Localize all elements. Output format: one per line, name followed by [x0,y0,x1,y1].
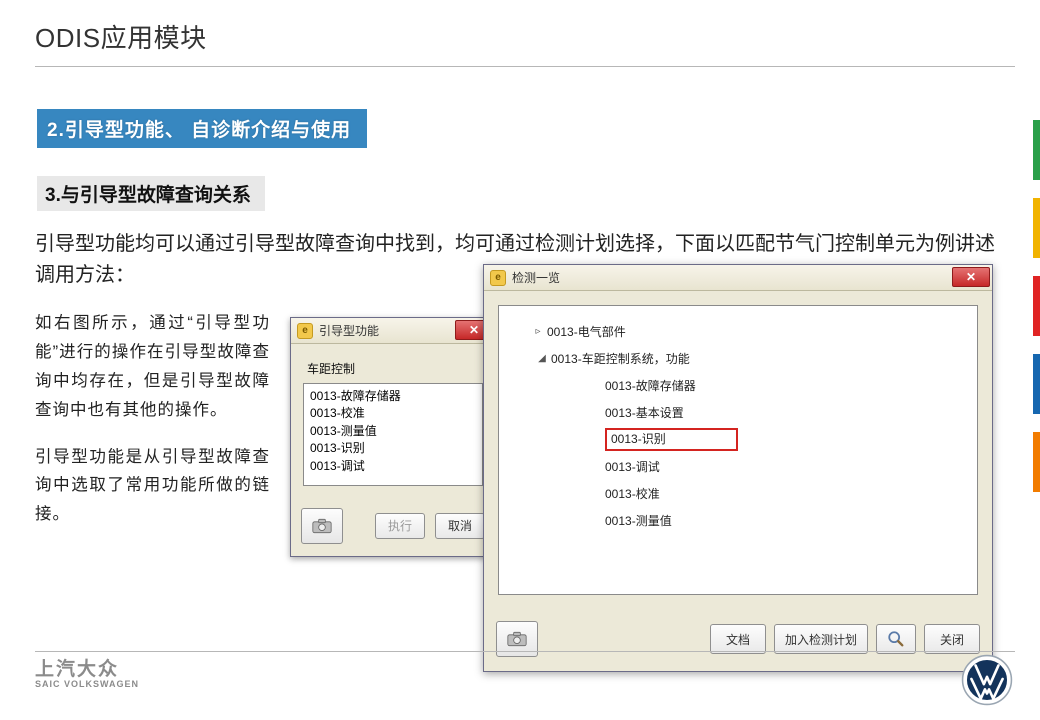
test-plan-tree[interactable]: ▹ 0013-电气部件 ◢ 0013-车距控制系统，功能 0013-故障存储器 0013-… [498,305,978,595]
function-listbox[interactable]: 0013-故障存储器 0013-校准 0013-测量值 0013-识别 0013… [303,383,483,486]
brand-name-cn: 上汽大众 [35,660,1005,679]
expander-icon[interactable]: ◢ [537,353,547,364]
expander-icon[interactable]: ▹ [533,326,543,337]
search-button[interactable] [876,624,916,654]
divider-top [35,66,1015,67]
tree-label: 0013-基本设置 [605,404,684,421]
group-label: 车距控制 [307,360,483,377]
page-title: ODIS应用模块 [35,18,1005,55]
tree-row[interactable]: 0013-调试 [591,453,969,480]
side-tab [1033,354,1040,414]
list-item[interactable]: 0013-调试 [310,458,476,475]
tree-label: 0013-车距控制系统，功能 [551,350,690,367]
camera-icon [507,631,527,647]
tree-row[interactable]: 0013-校准 [591,480,969,507]
brand-name-en: SAIC VOLKSWAGEN [35,679,1005,689]
cancel-button[interactable]: 取消 [435,513,485,539]
paragraph: 引导型功能是从引导型故障查询中选取了常用功能所做的链接。 [35,443,270,530]
search-icon [887,630,905,648]
paragraph: 如右图所示，通过“引导型功能”进行的操作在引导型故障查询中均存在，但是引导型故障… [35,309,270,425]
dialog-title: 引导型功能 [319,322,379,339]
close-button[interactable]: 关闭 [924,624,980,654]
camera-icon [312,518,332,534]
side-tab [1033,198,1040,258]
side-tab [1033,120,1040,180]
camera-button[interactable] [301,508,343,544]
section-heading: 2.引导型功能、 自诊断介绍与使用 [37,109,367,148]
list-item[interactable]: 0013-识别 [310,440,476,457]
divider-bottom [35,651,1015,652]
tree-label: 0013-识别 [605,428,738,451]
tree-label: 0013-故障存储器 [605,377,696,394]
dialog-titlebar[interactable]: e 检测一览 ✕ [484,265,992,291]
tree-row[interactable]: ◢ 0013-车距控制系统，功能 [537,345,969,372]
tree-row[interactable]: 0013-故障存储器 [591,372,969,399]
execute-button[interactable]: 执行 [375,513,425,539]
side-tab [1033,276,1040,336]
tree-label: 0013-电气部件 [547,323,626,340]
list-item[interactable]: 0013-校准 [310,405,476,422]
tree-row[interactable]: 0013-基本设置 [591,399,969,426]
list-item[interactable]: 0013-测量值 [310,423,476,440]
dialog-titlebar[interactable]: e 引导型功能 ✕ [291,318,495,344]
tree-row[interactable]: ▹ 0013-电气部件 [533,318,969,345]
footer: 上汽大众 SAIC VOLKSWAGEN [35,660,1005,702]
app-icon: e [490,270,506,286]
guided-functions-dialog: e 引导型功能 ✕ 车距控制 0013-故障存储器 0013-校准 0013-测… [290,317,496,557]
tree-row[interactable]: 0013-识别 [591,426,969,453]
left-column: 如右图所示，通过“引导型功能”进行的操作在引导型故障查询中均存在，但是引导型故障… [35,309,270,547]
side-color-tabs [1033,120,1040,510]
close-icon[interactable]: ✕ [952,267,990,287]
vw-logo [961,654,1013,706]
list-item[interactable]: 0013-故障存储器 [310,388,476,405]
tree-label: 0013-调试 [605,458,660,475]
tree-row[interactable]: 0013-测量值 [591,507,969,534]
tree-label: 0013-校准 [605,485,660,502]
add-to-plan-button[interactable]: 加入检测计划 [774,624,868,654]
dialog-title: 检测一览 [512,269,560,286]
document-button[interactable]: 文档 [710,624,766,654]
tree-label: 0013-测量值 [605,512,672,529]
test-plan-dialog: e 检测一览 ✕ ▹ 0013-电气部件 ◢ 0013-车距控制系统，功能 0013-故… [483,264,993,672]
side-tab [1033,432,1040,492]
subsection-heading: 3.与引导型故障查询关系 [37,176,265,211]
app-icon: e [297,323,313,339]
